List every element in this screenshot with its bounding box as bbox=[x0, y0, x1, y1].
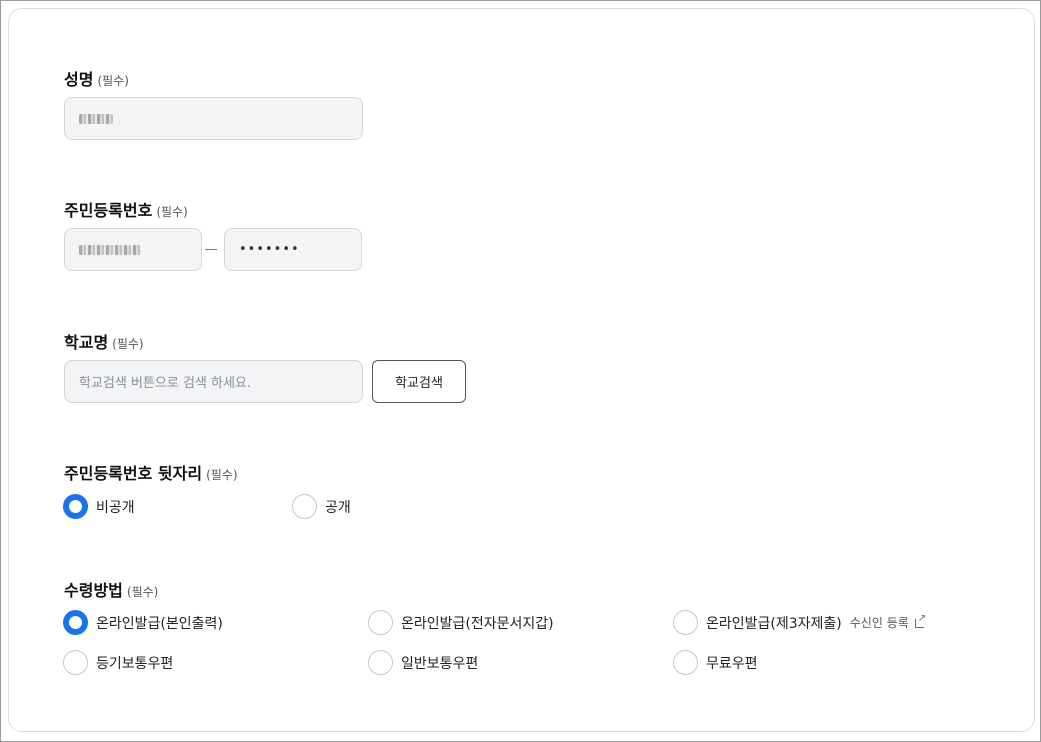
radio-unchecked-icon bbox=[368, 650, 393, 675]
radio-unchecked-icon bbox=[63, 650, 88, 675]
masked-name-value bbox=[79, 113, 113, 124]
radio-regular-mail[interactable]: 일반보통우편 bbox=[368, 650, 478, 675]
radio-private[interactable]: 비공개 bbox=[63, 494, 135, 519]
radio-unchecked-icon bbox=[292, 494, 317, 519]
radio-checked-icon bbox=[63, 494, 88, 519]
name-label: 성명 (필수) bbox=[64, 70, 129, 89]
rrn-back-visibility-label: 주민등록번호 뒷자리 (필수) bbox=[64, 464, 238, 483]
school-search-button[interactable]: 학교검색 bbox=[372, 360, 466, 403]
external-link-icon bbox=[914, 613, 926, 628]
rrn-separator bbox=[205, 249, 217, 250]
required-note: (필수) bbox=[206, 468, 238, 482]
radio-online-self-print[interactable]: 온라인발급(본인출력) bbox=[63, 610, 223, 635]
required-note: (필수) bbox=[126, 585, 159, 599]
rrn-back-field[interactable]: ••••••• bbox=[224, 228, 362, 271]
receive-method-label: 수령방법 (필수) bbox=[64, 581, 159, 600]
required-note: (필수) bbox=[112, 337, 144, 351]
radio-checked-icon bbox=[63, 610, 88, 635]
radio-online-third-party[interactable]: 온라인발급(제3자제출) 수신인 등록 bbox=[673, 610, 926, 635]
school-search-input[interactable]: 학교검색 버튼으로 검색 하세요. bbox=[64, 360, 363, 403]
radio-unchecked-icon bbox=[368, 610, 393, 635]
radio-registered-mail[interactable]: 등기보통우편 bbox=[63, 650, 173, 675]
name-field[interactable] bbox=[64, 97, 363, 140]
recipient-register-link[interactable]: 수신인 등록 bbox=[850, 613, 926, 631]
radio-unchecked-icon bbox=[673, 610, 698, 635]
required-note: (필수) bbox=[156, 205, 188, 219]
radio-online-e-wallet[interactable]: 온라인발급(전자문서지갑) bbox=[368, 610, 554, 635]
radio-public[interactable]: 공개 bbox=[292, 494, 351, 519]
rrn-front-field[interactable] bbox=[64, 228, 202, 271]
required-note: (필수) bbox=[97, 74, 129, 88]
radio-unchecked-icon bbox=[673, 650, 698, 675]
rrn-label: 주민등록번호 (필수) bbox=[64, 201, 188, 220]
school-label: 학교명 (필수) bbox=[64, 333, 144, 352]
radio-free-mail[interactable]: 무료우편 bbox=[673, 650, 758, 675]
masked-rrn-front-value bbox=[79, 244, 141, 255]
